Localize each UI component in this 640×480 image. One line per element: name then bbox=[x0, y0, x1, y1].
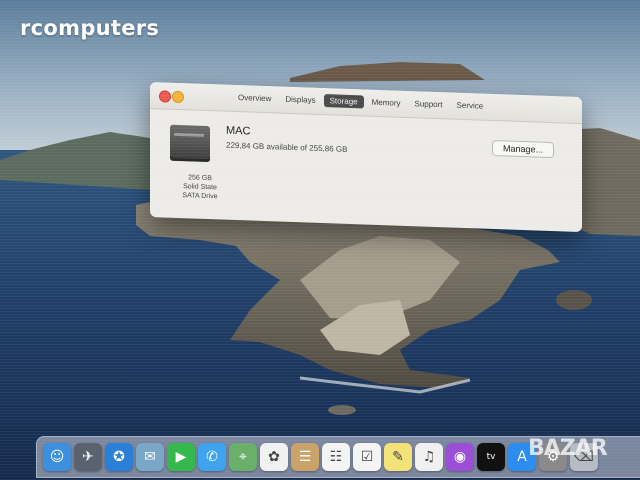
watermark-text: rcomputers bbox=[20, 16, 160, 40]
finder-icon[interactable]: ☺ bbox=[43, 443, 71, 471]
storage-panel: MAC 229,84 GB available of 255,86 GB 256… bbox=[150, 108, 582, 232]
hard-drive-icon bbox=[170, 124, 210, 163]
maps-icon[interactable]: ⌖ bbox=[229, 443, 257, 471]
contacts-icon[interactable]: ☰ bbox=[291, 443, 319, 471]
desktop-wallpaper bbox=[0, 0, 640, 480]
safari-icon[interactable]: ✪ bbox=[105, 443, 133, 471]
facetime-icon[interactable]: ▶ bbox=[167, 443, 195, 471]
drive-name: MAC bbox=[226, 124, 251, 138]
drive-details: 256 GB Solid State SATA Drive bbox=[170, 173, 230, 202]
close-button-icon[interactable] bbox=[159, 90, 171, 103]
notes-icon[interactable]: ✎ bbox=[384, 443, 412, 471]
photo-icon[interactable]: ✉ bbox=[136, 443, 164, 471]
tab-overview[interactable]: Overview bbox=[232, 91, 277, 106]
tab-support[interactable]: Support bbox=[409, 97, 449, 111]
minimize-button-icon[interactable] bbox=[172, 90, 184, 104]
tab-memory[interactable]: Memory bbox=[366, 96, 407, 110]
appletv-icon[interactable]: tv bbox=[477, 443, 505, 471]
manage-button[interactable]: Manage... bbox=[491, 139, 554, 159]
tab-bar: Overview Displays Storage Memory Support… bbox=[232, 91, 489, 113]
music-icon[interactable]: ♫ bbox=[415, 443, 443, 471]
tab-storage[interactable]: Storage bbox=[323, 94, 364, 109]
reminders-icon[interactable]: ☑ bbox=[353, 443, 381, 471]
corner-logo: BAZAR bbox=[528, 436, 608, 461]
photos-icon[interactable]: ✿ bbox=[260, 443, 288, 471]
tab-service[interactable]: Service bbox=[451, 98, 490, 112]
about-this-mac-window: Overview Displays Storage Memory Support… bbox=[150, 82, 582, 233]
drive-type-line2: SATA Drive bbox=[182, 192, 218, 201]
launchpad-icon[interactable]: ✈ bbox=[74, 443, 102, 471]
calendar-icon[interactable]: ☷ bbox=[322, 443, 350, 471]
messages-icon[interactable]: ✆ bbox=[198, 443, 226, 471]
tab-displays[interactable]: Displays bbox=[279, 93, 321, 107]
podcasts-icon[interactable]: ◉ bbox=[446, 443, 474, 471]
drive-available-text: 229,84 GB available of 255,86 GB bbox=[226, 140, 348, 154]
